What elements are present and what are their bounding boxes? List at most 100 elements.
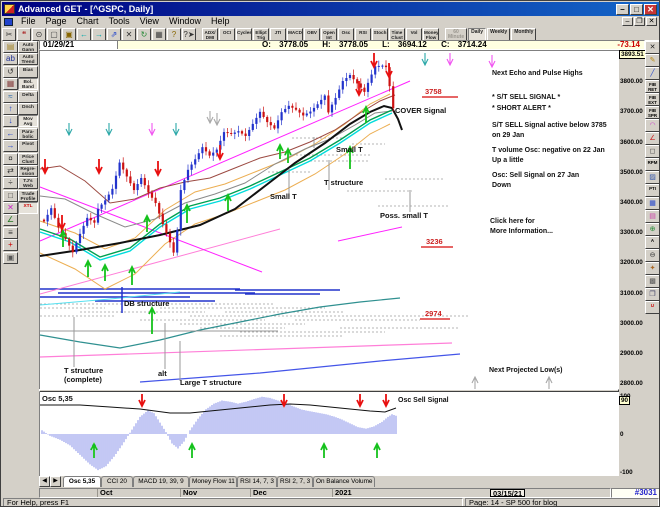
tab-osc-5-35[interactable]: Osc 5,35 [63,476,101,487]
gann-fan-tool-icon[interactable]: ∠ [645,132,659,145]
tab-scroll-right-button[interactable]: ▶ [50,476,61,487]
tab-money-flow-11[interactable]: Money Flow 11 [189,476,237,487]
mdi-close-button[interactable]: ✕ [646,17,657,26]
zoom-in-tool-icon[interactable]: ⊕ [645,223,659,236]
help-icon[interactable]: ? [167,27,181,41]
grid-tool-icon[interactable]: ▦ [645,197,659,210]
ellipse-tool-icon[interactable]: ◻ [645,145,659,158]
rpm-tool[interactable]: RPM [645,158,659,171]
zoom-box-icon[interactable]: □ [3,189,18,202]
click-here-link[interactable]: Click here for [490,218,535,225]
timeframe-monthly[interactable]: Monthly [511,27,537,41]
clear-lines-icon[interactable]: ✕ [3,202,18,215]
mdi-restore-button[interactable]: ❐ [634,17,645,26]
study-button-time-clust[interactable]: Time Clust [389,27,405,41]
toggle-trade-profile[interactable]: Trade Profile [18,189,38,202]
wave-label-icon[interactable]: ab [3,53,18,66]
timeframe-60-minute[interactable]: 60 Minute [445,27,468,41]
study-button-open-int[interactable]: Open Int [321,27,337,41]
fib-spiral-tool[interactable]: FIB SPR [645,106,659,119]
pti-tool[interactable]: PTI [645,184,659,197]
menu-file[interactable]: File [16,16,41,27]
menu-view[interactable]: View [135,16,164,27]
print-icon[interactable]: ▦ [152,27,166,41]
price-label-icon[interactable]: ¤ [3,152,18,165]
toggle-mov-avg[interactable]: Mov Avg [18,115,38,128]
new-page-icon[interactable]: ▢ [47,27,61,41]
parallel-lines-icon[interactable]: ≡ [3,226,18,239]
tab-on-balance-volume[interactable]: On Balance Volume [313,476,375,487]
delete-page-icon[interactable]: ✕ [122,27,136,41]
toggle-regre-ssion[interactable]: Regre- ssion [18,164,38,177]
quick-reset-icon[interactable]: ↺ [3,65,18,78]
study-button-rsi[interactable]: RSI [355,27,371,41]
snap-grid-tool-icon[interactable]: ▩ [645,275,659,288]
page-forward-icon[interactable]: → [92,27,106,41]
tab-rsi-2-7-3[interactable]: RSI 2, 7, 3 [277,476,313,487]
menu-window[interactable]: Window [164,16,206,27]
toggle-price-clust[interactable]: Price Clust [18,152,38,165]
scroll-left-icon[interactable]: ← [3,127,18,140]
study-button-stoch[interactable]: Stoch [372,27,388,41]
tab-scroll-left-button[interactable]: ◀ [39,476,50,487]
page-back-icon[interactable]: ← [77,27,91,41]
study-button-macd[interactable]: MACD [287,27,303,41]
study-button-adx--dmi[interactable]: ADX/ DMI [202,27,218,41]
add-icon[interactable]: + [3,239,18,252]
ribbon-tool-icon[interactable]: ▤ [645,210,659,223]
toggle-auto-trend[interactable]: Auto Trend [18,53,38,66]
date-field[interactable]: 01/29/21 [40,41,118,49]
search-icon[interactable]: ⊙ [32,27,46,41]
toggle-auto-gann[interactable]: Auto Gann [18,41,38,53]
oscillator-pane[interactable]: Osc 5,35 Osc Sell Signal [39,392,619,476]
study-button-osc[interactable]: Osc [338,27,354,41]
fib-extension-tool[interactable]: FIB EXT [645,93,659,106]
menu-chart[interactable]: Chart [72,16,104,27]
elliott-icon[interactable]: ≈ [3,90,18,103]
hide-study-icon[interactable]: ▦ [3,78,18,91]
copy-page-tool-icon[interactable]: ❐ [645,288,659,301]
undo-tool[interactable]: U [645,301,659,314]
close-button[interactable]: ✕ [644,4,657,15]
gann-angle-icon[interactable]: ∠ [3,214,18,227]
study-button-ellipt-trig[interactable]: Ellipt Trig [253,27,269,41]
toggle-dnch[interactable]: Dnch [18,102,38,115]
page-list-icon[interactable]: ⇗ [107,27,121,41]
study-button-obv[interactable]: OBV [304,27,320,41]
toggle-xtl[interactable]: XTL [18,202,38,215]
timeframe-daily[interactable]: Daily [468,27,487,41]
scroll-up-icon[interactable]: ↑ [3,102,18,115]
toggle-pivot[interactable]: Pivot [18,140,38,153]
menu-tools[interactable]: Tools [104,16,135,27]
toggle-bol-band[interactable]: Bol. Band [18,78,38,91]
zoom-out-tool-icon[interactable]: ⊖ [645,249,659,262]
study-button-oci[interactable]: OCI [219,27,235,41]
trendline-tool-icon[interactable]: ╱ [645,67,659,80]
toggle-tj-s-web[interactable]: TJ's Web [18,177,38,190]
tab-macd-19-39-9[interactable]: MACD 19, 39, 9 [133,476,189,487]
study-button-jti[interactable]: JTI [270,27,286,41]
mob-tool-icon[interactable]: ◠ [645,119,659,132]
text-tool-icon[interactable]: A [645,236,659,249]
pencil-tool-icon[interactable]: ✎ [645,54,659,67]
portfolio-icon[interactable]: ▣ [3,251,18,264]
scroll-down-icon[interactable]: ↓ [3,115,18,128]
oscillator-canvas[interactable]: Osc 5,35 Osc Sell Signal [40,392,618,475]
expand-icon[interactable]: ⇄ [3,164,18,177]
timeframe-weekly[interactable]: Weekly [487,27,511,41]
more-information-link[interactable]: More Information... [490,228,553,235]
study-button-vol[interactable]: Vol [406,27,422,41]
mdi-minimize-button[interactable]: – [622,17,633,26]
scroll-right-icon[interactable]: → [3,140,18,153]
toggle-delta[interactable]: Delta [18,90,38,103]
fib-retracement-tool[interactable]: FIB RET [645,80,659,93]
refresh-icon[interactable]: ↻ [137,27,151,41]
price-chart-canvas[interactable]: COVER Signal Next Echo and Pulse Highs * S… [39,51,618,389]
study-button-money-flow[interactable]: Money Flow [423,27,439,41]
open-chart-icon[interactable]: ▤ [3,41,18,53]
context-help-icon[interactable]: ?➤ [182,27,196,41]
minimize-button[interactable]: – [616,4,629,15]
quote-page-icon[interactable]: ❝ [17,27,31,41]
menu-help[interactable]: Help [206,16,235,27]
maximize-button[interactable]: □ [630,4,643,15]
